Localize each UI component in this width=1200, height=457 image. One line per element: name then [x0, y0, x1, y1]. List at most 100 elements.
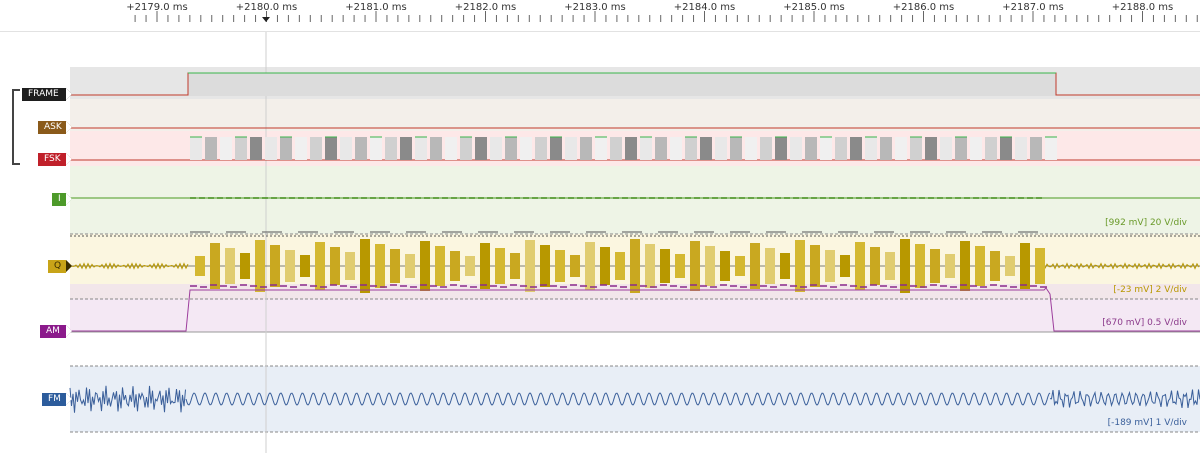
fsk-symbol-block: [415, 137, 427, 160]
channel-label-fm[interactable]: FM: [42, 393, 72, 406]
fsk-symbol-block: [595, 137, 607, 160]
channel-arrow-icon: [66, 121, 72, 133]
fsk-symbol-block: [205, 137, 217, 160]
channel-arrow-icon: [66, 325, 72, 337]
fsk-symbol-block: [640, 137, 652, 160]
channel-label-i[interactable]: I: [52, 193, 72, 206]
ruler-tick-label: +2187.0 ms: [1002, 2, 1064, 13]
q-symbol-block: [825, 250, 835, 282]
scale-readout-i: [992 mV] 20 V/div: [1105, 218, 1187, 228]
fsk-symbol-block: [1045, 137, 1057, 160]
fsk-symbol-block: [760, 137, 772, 160]
ask-lane-bg: [70, 99, 1200, 131]
fsk-symbol-block: [580, 137, 592, 160]
q-symbol-block: [675, 254, 685, 278]
q-symbol-block: [960, 241, 970, 291]
channel-arrow-icon: [66, 153, 72, 165]
fsk-symbol-block: [970, 137, 982, 160]
q-symbol-block: [990, 251, 1000, 281]
fsk-symbol-block: [340, 137, 352, 160]
fsk-symbol-block: [220, 137, 232, 160]
fsk-symbol-block: [475, 137, 487, 160]
q-symbol-block: [570, 255, 580, 277]
q-symbol-block: [660, 249, 670, 283]
q-symbol-block: [540, 245, 550, 287]
fsk-symbol-block: [265, 137, 277, 160]
fsk-symbol-block: [430, 137, 442, 160]
q-symbol-block: [780, 253, 790, 279]
ruler-tick-label: +2180.0 ms: [236, 2, 298, 13]
scale-readout-am: [670 mV] 0.5 V/div: [1102, 318, 1187, 328]
channel-label-fsk[interactable]: FSK: [38, 153, 72, 166]
q-symbol-block: [645, 244, 655, 288]
scale-readout-fm: [-189 mV] 1 V/div: [1107, 418, 1187, 428]
time-ruler-canvas: +2179.0 ms +2180.0 ms +2181.0 ms +2182.0 ms…: [126, 2, 1198, 22]
fsk-symbol-block: [790, 137, 802, 160]
q-symbol-block: [480, 243, 490, 289]
q-symbol-block: [555, 250, 565, 282]
cursor-marker-icon: [262, 17, 270, 22]
fsk-symbol-block: [655, 137, 667, 160]
q-symbol-block: [1035, 248, 1045, 284]
fsk-symbol-block: [505, 137, 517, 160]
ruler-tick-label: +2179.0 ms: [126, 2, 188, 13]
q-symbol-block: [840, 255, 850, 277]
channel-arrow-icon: [66, 393, 72, 405]
q-symbol-block: [450, 251, 460, 281]
fsk-symbol-block: [490, 137, 502, 160]
channel-arrow-icon: [66, 88, 72, 100]
fsk-symbol-block: [625, 137, 637, 160]
ruler-tick-label: +2188.0 ms: [1112, 2, 1174, 13]
fsk-symbol-block: [565, 137, 577, 160]
q-symbol-block: [600, 247, 610, 285]
ruler-tick-label: +2186.0 ms: [893, 2, 955, 13]
q-symbol-block: [930, 249, 940, 283]
fsk-symbol-block: [925, 137, 937, 160]
q-symbol-block: [420, 241, 430, 291]
q-symbol-block: [870, 247, 880, 285]
trace-area[interactable]: FRAME ASK FSK I Q AM FM [992 mV] 20 V/di…: [0, 32, 1200, 453]
q-symbol-block: [855, 242, 865, 290]
fsk-symbol-block: [985, 137, 997, 160]
fsk-symbol-block: [850, 137, 862, 160]
channel-label-q[interactable]: Q: [48, 260, 72, 273]
waveform-canvas: [12, 32, 1200, 453]
channel-label-frame[interactable]: FRAME: [22, 88, 72, 101]
q-symbol-block: [765, 248, 775, 284]
fsk-symbol-block: [880, 137, 892, 160]
q-symbol-block: [750, 243, 760, 289]
fsk-symbol-block: [955, 137, 967, 160]
channel-arrow-icon: [66, 193, 72, 205]
q-symbol-block: [885, 252, 895, 280]
fsk-symbol-block: [280, 137, 292, 160]
fsk-symbol-block: [250, 137, 262, 160]
ruler-tick-label: +2183.0 ms: [564, 2, 626, 13]
fsk-symbol-block: [325, 137, 337, 160]
q-symbol-block: [795, 240, 805, 292]
fsk-symbol-block: [745, 137, 757, 160]
fsk-symbol-block: [310, 137, 322, 160]
q-symbol-block: [210, 243, 220, 289]
fsk-symbol-block: [550, 137, 562, 160]
q-symbol-block: [735, 256, 745, 276]
fsk-symbol-block: [775, 137, 787, 160]
fsk-symbol-block: [385, 137, 397, 160]
frame-active-region: [188, 73, 1056, 96]
q-symbol-block: [915, 244, 925, 288]
q-symbol-block: [720, 251, 730, 281]
q-symbol-block: [1005, 256, 1015, 276]
fsk-symbol-block: [1030, 137, 1042, 160]
channel-label-am[interactable]: AM: [40, 325, 72, 338]
channel-label-ask[interactable]: ASK: [38, 121, 72, 134]
q-symbol-block: [240, 253, 250, 279]
fsk-symbol-block: [835, 137, 847, 160]
fsk-symbol-block: [865, 137, 877, 160]
fsk-symbol-block: [190, 137, 202, 160]
q-symbol-block: [510, 253, 520, 279]
time-ruler[interactable]: +2179.0 ms +2180.0 ms +2181.0 ms +2182.0 ms…: [0, 0, 1200, 32]
q-symbol-block: [975, 246, 985, 286]
q-symbol-block: [375, 244, 385, 288]
fsk-symbol-block: [535, 137, 547, 160]
fsk-symbol-block: [895, 137, 907, 160]
fsk-symbol-block: [1015, 137, 1027, 160]
